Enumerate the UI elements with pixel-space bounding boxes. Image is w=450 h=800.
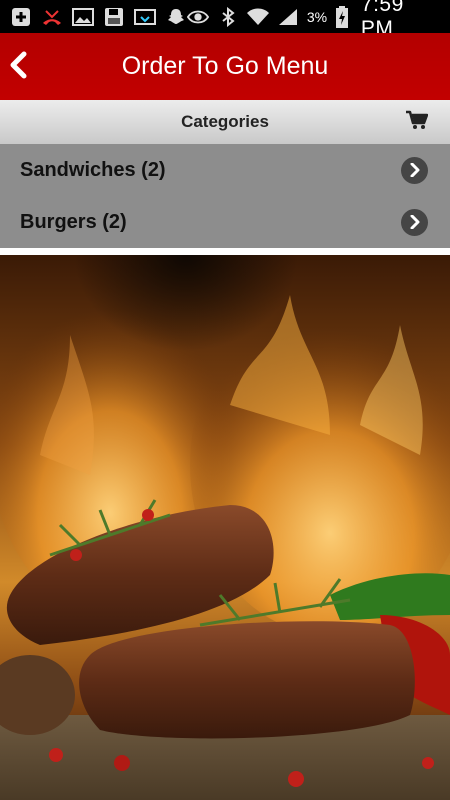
cart-icon — [406, 110, 429, 129]
page-title: Order To Go Menu — [121, 52, 329, 80]
category-label: Burgers (2) — [20, 210, 127, 233]
back-chevron-icon — [10, 51, 27, 79]
save-icon — [103, 7, 125, 27]
back-button[interactable] — [4, 47, 32, 83]
categories-title: Categories — [181, 112, 269, 131]
app-header: Order To Go Menu — [0, 33, 450, 100]
missed-call-icon — [41, 7, 63, 27]
category-list: Sandwiches (2) Burgers (2) — [0, 144, 450, 248]
category-item-burgers[interactable]: Burgers (2) — [0, 196, 450, 248]
plus-box-icon — [10, 7, 32, 27]
eye-icon — [187, 7, 209, 27]
categories-header: Categories — [0, 100, 450, 145]
signal-icon — [277, 7, 299, 27]
divider — [0, 248, 450, 255]
bluetooth-icon — [217, 6, 239, 27]
hero-steak-image — [0, 255, 450, 800]
cast-icon — [134, 7, 156, 27]
battery-percent: 3% — [306, 8, 328, 25]
cart-button[interactable] — [406, 110, 430, 132]
snapchat-icon — [165, 7, 187, 27]
category-item-sandwiches[interactable]: Sandwiches (2) — [0, 144, 450, 196]
chevron-right-icon — [401, 156, 428, 184]
gallery-icon — [72, 7, 94, 27]
chevron-right-icon — [401, 208, 428, 236]
status-bar: 3% 7:59 PM — [0, 0, 450, 40]
category-label: Sandwiches (2) — [20, 158, 166, 181]
battery-charging-icon — [331, 5, 353, 28]
wifi-icon — [246, 7, 269, 27]
